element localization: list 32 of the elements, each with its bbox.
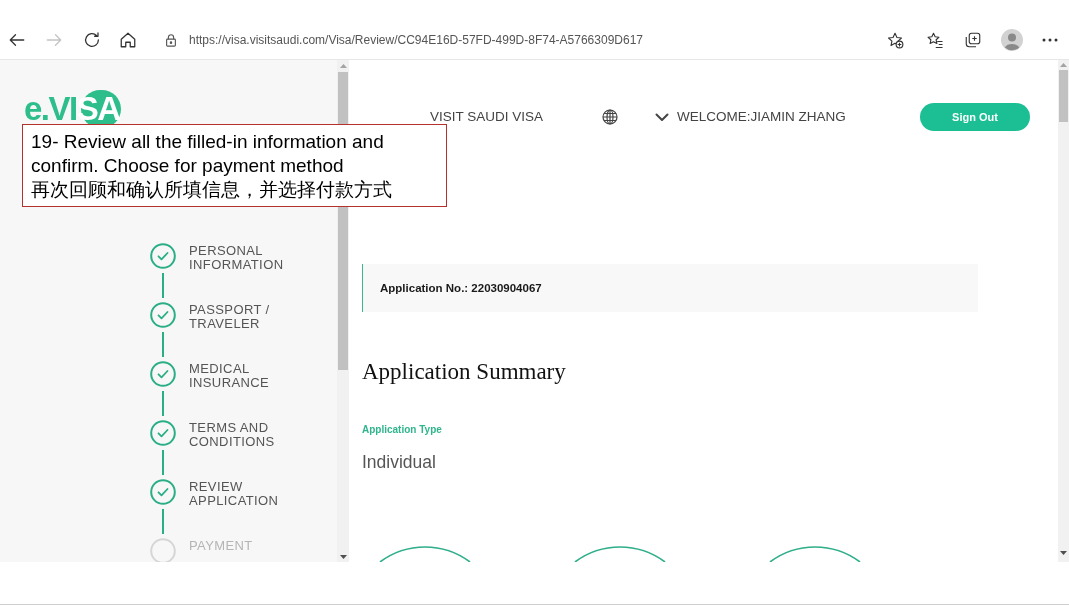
- scrollbar[interactable]: [1058, 60, 1069, 562]
- step-connector: [162, 450, 164, 475]
- home-icon[interactable]: [119, 30, 137, 49]
- step-label[interactable]: TERMS AND CONDITIONS: [189, 421, 275, 448]
- star-plus-icon[interactable]: [886, 30, 904, 49]
- squares-plus-icon[interactable]: [964, 30, 982, 49]
- scroll-down-arrow-icon[interactable]: [1060, 551, 1067, 555]
- user-menu-button[interactable]: WELCOME:JIAMIN ZHANG: [655, 109, 846, 125]
- application-number: Application No.: 22030904067: [380, 281, 542, 295]
- globe-icon[interactable]: [602, 109, 619, 125]
- step-connector: [162, 391, 164, 416]
- annotation-tooltip: 19- Review all the filled-in information and confirm. Choose for payment method 再次回顾和确认所填信息，并选择付款方式: [22, 124, 447, 207]
- step-label[interactable]: MEDICAL INSURANCE: [189, 362, 270, 389]
- step-connector: [162, 273, 164, 298]
- star-list-icon[interactable]: [926, 30, 944, 49]
- step-connector: [162, 509, 164, 534]
- field-label: Application Type: [362, 423, 442, 437]
- scroll-down-arrow-icon[interactable]: [339, 555, 347, 559]
- section-heading: Application Summary: [362, 359, 566, 385]
- more-icon[interactable]: [1041, 36, 1059, 43]
- step-connector: [162, 332, 164, 357]
- lock-icon[interactable]: [164, 32, 178, 47]
- avatar-icon[interactable]: [1001, 28, 1023, 51]
- address-field[interactable]: https://visa.visitsaudi.com/Visa/Review/CC94E16D-57FD-499D-8F74-A5766309D617: [189, 31, 869, 48]
- step-label[interactable]: PERSONAL INFORMATION: [189, 244, 284, 271]
- scrollbar-thumb[interactable]: [1059, 70, 1068, 122]
- chevron-down-icon: [655, 112, 670, 122]
- step-label[interactable]: PASSPORT / TRAVELER: [189, 303, 270, 330]
- step-label[interactable]: REVIEW APPLICATION: [189, 480, 279, 507]
- field-value: Individual: [362, 451, 436, 473]
- nav-link[interactable]: VISIT SAUDI VISA: [430, 109, 544, 125]
- refresh-icon[interactable]: [83, 30, 101, 49]
